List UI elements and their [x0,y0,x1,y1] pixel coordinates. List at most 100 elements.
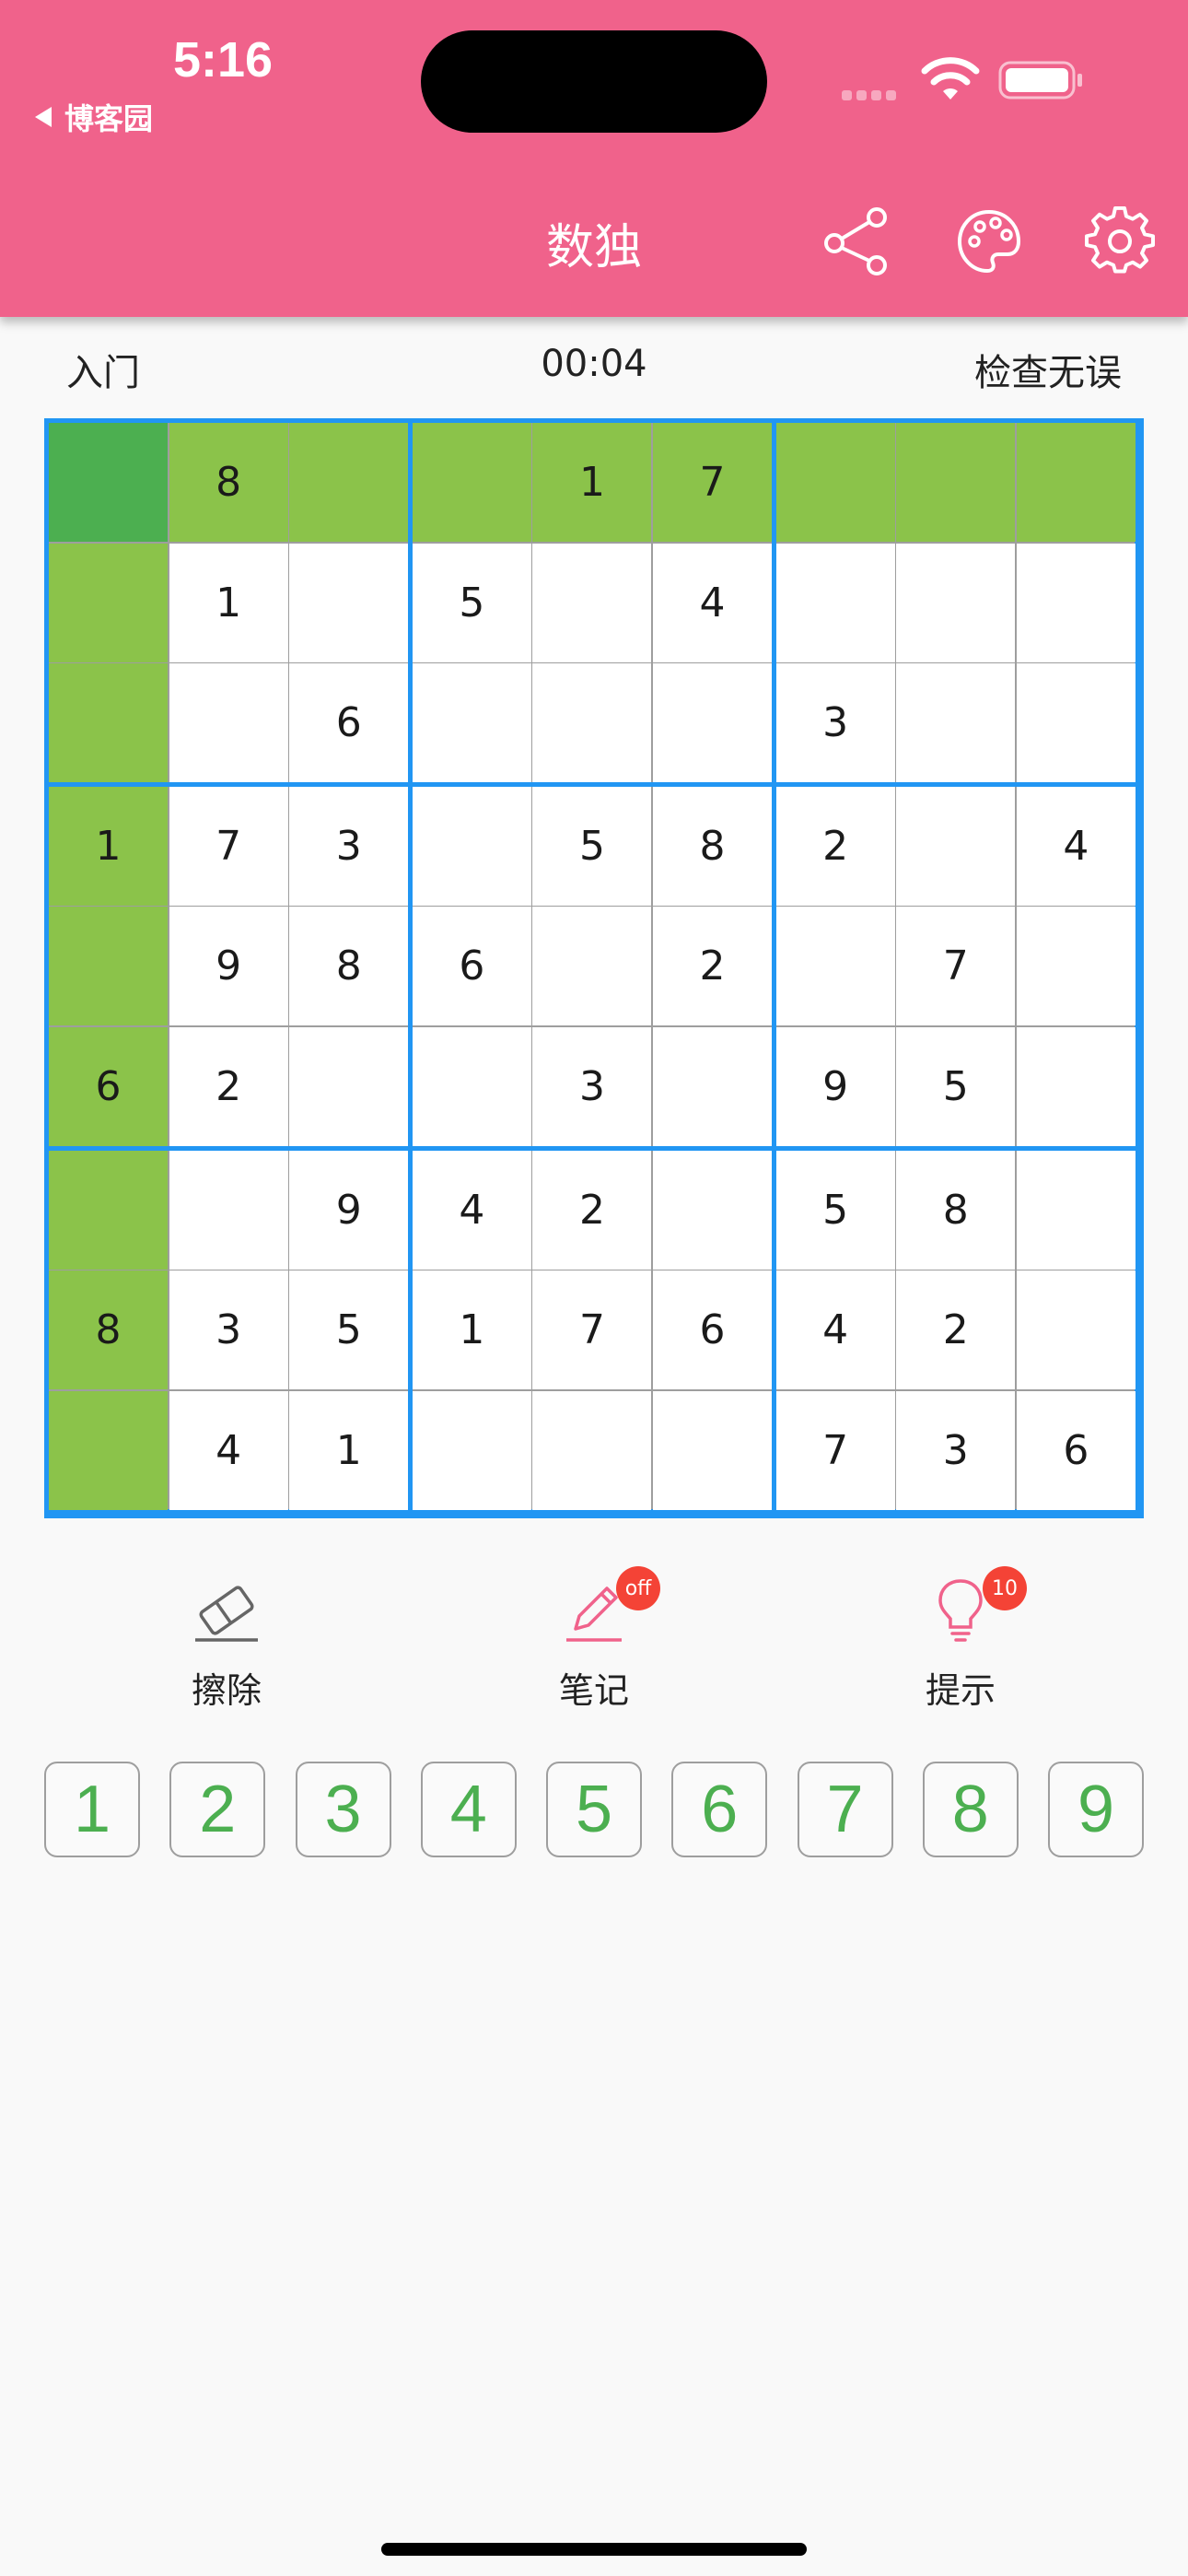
sudoku-cell[interactable]: 6 [412,907,531,1026]
sudoku-cell[interactable]: 4 [653,543,773,662]
sudoku-cell[interactable]: 8 [49,1270,169,1390]
sudoku-cell[interactable] [49,1390,169,1510]
sudoku-cell[interactable] [532,1390,652,1510]
sudoku-cell[interactable]: 7 [653,423,773,543]
number-key[interactable]: 6 [671,1762,768,1857]
sudoku-cell[interactable] [1016,663,1136,783]
sudoku-cell[interactable]: 2 [896,1270,1016,1390]
sudoku-cell[interactable] [775,423,895,543]
sudoku-cell[interactable] [49,543,169,662]
hint-button[interactable]: 10 提示 [868,1566,1053,1711]
sudoku-cell[interactable]: 9 [775,1027,895,1147]
wifi-icon [921,57,980,100]
sudoku-cell[interactable] [1016,543,1136,662]
number-key[interactable]: 4 [420,1762,517,1857]
sudoku-cell[interactable] [412,663,531,783]
sudoku-cell[interactable] [49,907,169,1026]
sudoku-cell[interactable] [1016,1027,1136,1147]
sudoku-cell[interactable] [775,907,895,1026]
sudoku-cell[interactable] [1016,907,1136,1026]
sudoku-cell[interactable]: 2 [775,786,895,906]
sudoku-cell[interactable]: 2 [532,1150,652,1270]
notes-button[interactable]: off 笔记 [502,1566,686,1711]
sudoku-cell[interactable]: 5 [775,1150,895,1270]
sudoku-cell[interactable]: 3 [532,1027,652,1147]
sudoku-cell[interactable]: 4 [412,1150,531,1270]
sudoku-cell[interactable] [289,423,409,543]
sudoku-cell[interactable] [532,543,652,662]
number-key[interactable]: 5 [546,1762,642,1857]
sudoku-cell[interactable]: 3 [775,663,895,783]
sudoku-cell[interactable]: 7 [896,907,1016,1026]
sudoku-cell[interactable]: 7 [775,1390,895,1510]
sudoku-cell[interactable]: 9 [169,907,288,1026]
sudoku-cell[interactable]: 7 [532,1270,652,1390]
sudoku-cell[interactable]: 4 [169,1390,288,1510]
sudoku-cell[interactable] [653,1027,773,1147]
sudoku-cell[interactable] [896,663,1016,783]
sudoku-cell[interactable] [532,663,652,783]
sudoku-cell[interactable] [289,1027,409,1147]
number-key[interactable]: 2 [169,1762,266,1857]
sudoku-cell[interactable]: 6 [49,1027,169,1147]
sudoku-cell[interactable]: 6 [653,1270,773,1390]
sudoku-cell[interactable] [896,786,1016,906]
sudoku-cell[interactable]: 5 [532,786,652,906]
sudoku-cell[interactable] [896,423,1016,543]
sudoku-cell[interactable] [1016,423,1136,543]
sudoku-cell[interactable] [169,1150,288,1270]
palette-icon[interactable] [954,206,1024,276]
sudoku-cell[interactable] [775,543,895,662]
sudoku-cell[interactable]: 6 [289,663,409,783]
sudoku-cell[interactable] [412,786,531,906]
back-to-app-link[interactable]: 博客园 [35,96,153,138]
sudoku-cell[interactable]: 7 [169,786,288,906]
sudoku-cell[interactable] [49,423,169,543]
sudoku-cell[interactable]: 1 [169,543,288,662]
sudoku-cell[interactable] [49,1150,169,1270]
share-icon[interactable] [821,206,891,276]
sudoku-cell[interactable] [289,543,409,662]
sudoku-cell[interactable]: 1 [289,1390,409,1510]
sudoku-cell[interactable] [532,907,652,1026]
sudoku-cell[interactable]: 1 [532,423,652,543]
number-key[interactable]: 8 [922,1762,1019,1857]
home-indicator[interactable] [381,2543,807,2556]
sudoku-cell[interactable] [1016,1150,1136,1270]
sudoku-cell[interactable]: 9 [289,1150,409,1270]
sudoku-cell[interactable] [412,1390,531,1510]
sudoku-cell[interactable] [49,663,169,783]
settings-icon[interactable] [1085,206,1155,276]
erase-button[interactable]: 擦除 [134,1566,319,1711]
sudoku-cell[interactable]: 3 [289,786,409,906]
sudoku-cell[interactable]: 1 [412,1270,531,1390]
sudoku-cell[interactable]: 1 [49,786,169,906]
sudoku-cell[interactable]: 2 [169,1027,288,1147]
sudoku-cell[interactable]: 6 [1016,1390,1136,1510]
sudoku-cell[interactable]: 5 [289,1270,409,1390]
sudoku-cell[interactable] [412,423,531,543]
sudoku-cell[interactable] [412,1027,531,1147]
sudoku-cell[interactable]: 4 [1016,786,1136,906]
sudoku-cell[interactable]: 4 [775,1270,895,1390]
sudoku-cell[interactable]: 8 [289,907,409,1026]
sudoku-cell[interactable] [653,1390,773,1510]
sudoku-cell[interactable] [653,663,773,783]
number-key[interactable]: 1 [44,1762,140,1857]
check-status[interactable]: 检查无误 [974,343,1122,396]
sudoku-cell[interactable]: 8 [169,423,288,543]
sudoku-cell[interactable]: 8 [653,786,773,906]
number-key[interactable]: 7 [797,1762,893,1857]
sudoku-cell[interactable]: 3 [896,1390,1016,1510]
sudoku-cell[interactable] [653,1150,773,1270]
number-key[interactable]: 3 [295,1762,391,1857]
sudoku-cell[interactable] [169,663,288,783]
number-key[interactable]: 9 [1048,1762,1144,1857]
sudoku-cell[interactable]: 5 [412,543,531,662]
sudoku-cell[interactable]: 2 [653,907,773,1026]
sudoku-cell[interactable]: 5 [896,1027,1016,1147]
sudoku-cell[interactable]: 8 [896,1150,1016,1270]
sudoku-cell[interactable]: 3 [169,1270,288,1390]
sudoku-cell[interactable] [1016,1270,1136,1390]
sudoku-cell[interactable] [896,543,1016,662]
